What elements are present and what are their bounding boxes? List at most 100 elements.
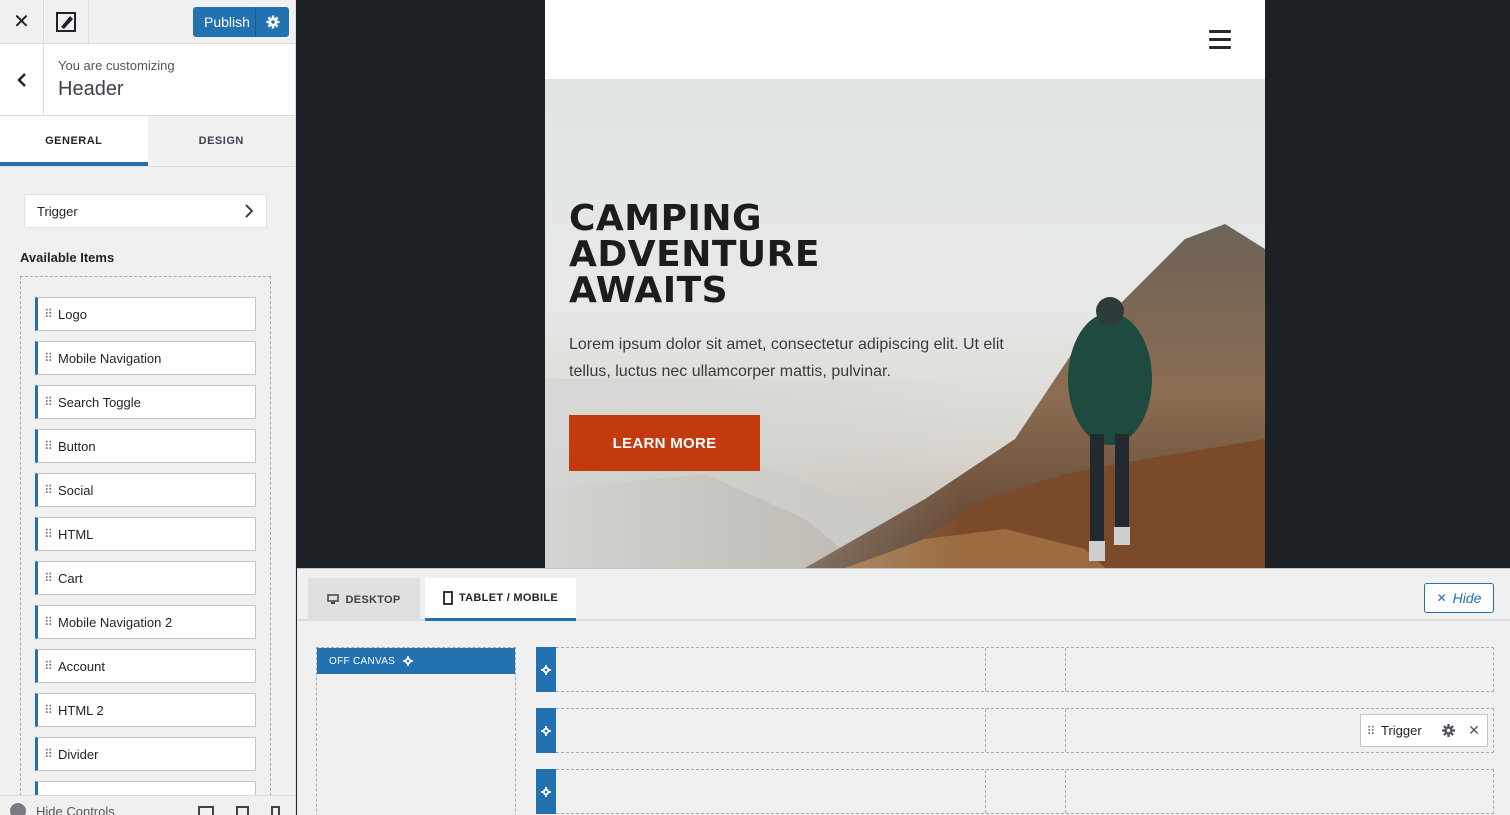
list-item[interactable]: ⠿ Cart (35, 561, 256, 595)
mobile-preview-icon[interactable] (271, 805, 280, 815)
tab-desktop-label: DESKTOP (345, 593, 401, 606)
column-divider (985, 770, 986, 813)
drag-handle-icon[interactable]: ⠿ (38, 747, 58, 761)
site-logo-button[interactable] (44, 0, 89, 43)
hide-controls-button[interactable]: Hide Controls (36, 804, 115, 815)
drag-handle-icon[interactable]: ⠿ (38, 351, 58, 365)
panel-tabs: GENERAL DESIGN (0, 116, 295, 167)
column-divider (1065, 770, 1066, 813)
hero-title: CAMPING ADVENTURE AWAITS (569, 201, 820, 309)
item-label: Account (58, 658, 105, 674)
column-divider (985, 648, 986, 691)
gear-icon (266, 15, 279, 29)
publish-label: Publish (204, 14, 250, 30)
drag-handle-icon[interactable]: ⠿ (38, 307, 58, 321)
chevron-right-icon (245, 204, 254, 218)
builder-device-tabs: DESKTOP TABLET / MOBILE ✕ Hide (297, 569, 1510, 621)
item-label: Divider (58, 746, 99, 762)
device-preview-buttons (198, 805, 280, 815)
item-label: HTML 2 (58, 702, 104, 718)
item-label: Button (58, 438, 96, 454)
close-icon: ✕ (1436, 591, 1447, 605)
trigger-item[interactable]: ⠿ Trigger ✕ (1360, 714, 1488, 747)
list-item-partial[interactable] (35, 781, 256, 795)
tablet-preview-icon[interactable] (236, 805, 249, 815)
list-item[interactable]: ⠿ HTML 2 (35, 693, 256, 727)
publish-settings-button[interactable] (256, 15, 289, 29)
row-settings-button[interactable] (536, 647, 556, 692)
trigger-setting-row[interactable]: Trigger (24, 194, 267, 228)
drag-handle-icon[interactable]: ⠿ (38, 615, 58, 629)
list-item[interactable]: ⠿ Divider (35, 737, 256, 771)
collapse-icon[interactable] (10, 802, 26, 815)
learn-more-button[interactable]: LEARN MORE (569, 415, 760, 471)
column-divider (1065, 648, 1066, 691)
column-divider (985, 709, 986, 752)
remove-item-button[interactable]: ✕ (1461, 722, 1487, 739)
column-divider (1065, 709, 1066, 752)
hide-builder-button[interactable]: ✕ Hide (1424, 583, 1494, 613)
row-settings-button[interactable] (536, 769, 556, 814)
list-item[interactable]: ⠿ Mobile Navigation 2 (35, 605, 256, 639)
edit-site-icon (56, 11, 76, 32)
hero-title-line: CAMPING (569, 198, 763, 239)
drag-handle-icon[interactable]: ⠿ (38, 703, 58, 717)
off-canvas-area[interactable]: OFF CANVAS (316, 647, 516, 815)
trigger-settings-button[interactable] (1435, 724, 1461, 737)
header-row-bottom[interactable] (536, 769, 1494, 814)
drag-handle-icon[interactable]: ⠿ (38, 439, 58, 453)
list-item[interactable]: ⠿ Mobile Navigation (35, 341, 256, 375)
site-preview: CAMPING ADVENTURE AWAITS Lorem ipsum dol… (297, 0, 1510, 568)
hero-section: CAMPING ADVENTURE AWAITS Lorem ipsum dol… (545, 79, 1265, 568)
trigger-setting-label: Trigger (37, 203, 78, 219)
trigger-item-label: Trigger (1381, 723, 1422, 738)
gear-icon (541, 725, 551, 736)
gear-icon[interactable] (403, 656, 414, 666)
hero-title-line: AWAITS (569, 270, 729, 311)
drag-handle-icon[interactable]: ⠿ (38, 571, 58, 585)
list-item[interactable]: ⠿ Button (35, 429, 256, 463)
close-icon: ✕ (1468, 722, 1480, 738)
customizer-sidebar: ✕ Publish You are customizing Header GEN… (0, 0, 296, 815)
drag-handle-icon[interactable]: ⠿ (1361, 724, 1381, 738)
list-item[interactable]: ⠿ Logo (35, 297, 256, 331)
hero-title-line: ADVENTURE (569, 234, 820, 275)
customizer-topbar: ✕ Publish (0, 0, 295, 44)
customizing-subtitle: You are customizing (58, 58, 175, 73)
drag-handle-icon[interactable]: ⠿ (38, 395, 58, 409)
off-canvas-header[interactable]: OFF CANVAS (317, 648, 515, 674)
customizer-footer: Hide Controls (0, 795, 295, 815)
drag-handle-icon[interactable]: ⠿ (38, 659, 58, 673)
site-header (545, 0, 1265, 79)
customizing-title: Header (58, 78, 124, 100)
item-label: Logo (58, 306, 87, 322)
tab-desktop[interactable]: DESKTOP (308, 578, 420, 621)
list-item[interactable]: ⠿ Search Toggle (35, 385, 256, 419)
tab-tablet-mobile[interactable]: TABLET / MOBILE (425, 578, 576, 621)
menu-icon[interactable] (1209, 30, 1231, 54)
drag-handle-icon[interactable]: ⠿ (38, 483, 58, 497)
customizing-text: You are customizing Header (58, 58, 175, 101)
preview-page: CAMPING ADVENTURE AWAITS Lorem ipsum dol… (545, 0, 1265, 568)
close-icon: ✕ (13, 11, 30, 33)
close-customizer-button[interactable]: ✕ (0, 0, 44, 43)
drag-handle-icon[interactable]: ⠿ (38, 527, 58, 541)
list-item[interactable]: ⠿ Account (35, 649, 256, 683)
list-item[interactable]: ⠿ Social (35, 473, 256, 507)
tab-general[interactable]: GENERAL (0, 116, 148, 166)
header-builder: DESKTOP TABLET / MOBILE ✕ Hide OFF CANVA… (297, 568, 1510, 815)
hero-description: Lorem ipsum dolor sit amet, consectetur … (569, 336, 1004, 380)
item-label: Social (58, 482, 94, 498)
customizing-section: You are customizing Header (0, 44, 295, 116)
row-settings-button[interactable] (536, 708, 556, 753)
list-item[interactable]: ⠿ HTML (35, 517, 256, 551)
desktop-preview-icon[interactable] (198, 805, 214, 815)
header-row-main[interactable]: ⠿ Trigger ✕ (536, 708, 1494, 753)
back-button[interactable] (0, 44, 44, 115)
available-items-list: ⠿ Logo ⠿ Mobile Navigation ⠿ Search Toggle … (20, 276, 271, 796)
hide-label: Hide (1452, 590, 1482, 606)
publish-button[interactable]: Publish (193, 7, 289, 37)
item-label: Mobile Navigation 2 (58, 614, 173, 630)
tab-design[interactable]: DESIGN (148, 116, 296, 166)
header-row-top[interactable] (536, 647, 1494, 692)
